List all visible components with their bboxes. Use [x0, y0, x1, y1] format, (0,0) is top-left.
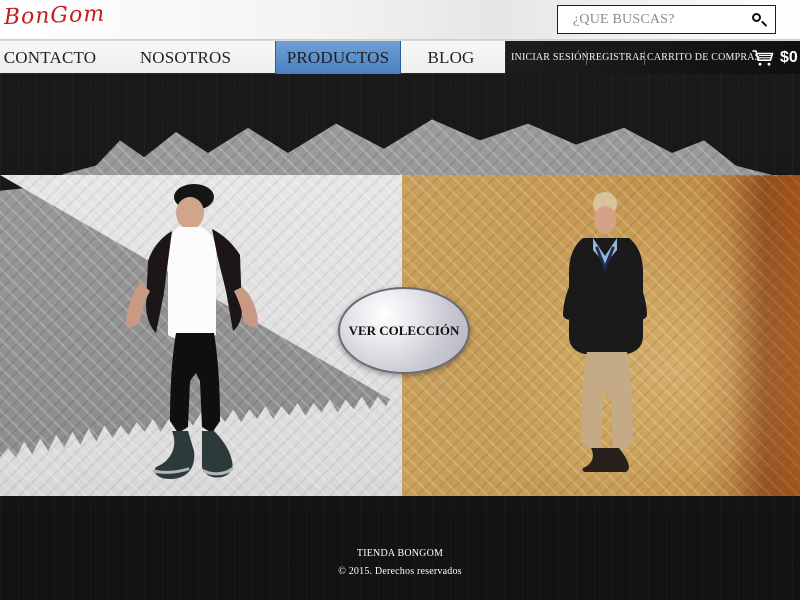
nav-item-nosotros[interactable]: NOSOTROS — [128, 41, 243, 74]
search-box — [557, 5, 776, 34]
page: BonGom CONTACTO NOSOTROS PRODUCTOS BLOG … — [0, 0, 800, 600]
search-icon — [752, 12, 766, 27]
footer: TIENDA BONGOM © 2015. Derechos reservado… — [0, 540, 800, 600]
nav-separator — [644, 51, 645, 65]
view-collection-button[interactable]: VER COLECCIÓN — [338, 287, 470, 374]
nav-item-contacto[interactable]: CONTACTO — [0, 41, 100, 74]
nav-item-blog[interactable]: BLOG — [415, 41, 487, 74]
nav-separator — [586, 51, 587, 65]
register-link[interactable]: REGISTRAR — [589, 41, 646, 74]
footer-store-name: TIENDA BONGOM — [356, 548, 444, 559]
search-input[interactable] — [559, 7, 742, 32]
site-logo[interactable]: BonGom — [3, 0, 124, 40]
shopping-cart-icon[interactable] — [752, 49, 774, 67]
login-link[interactable]: INICIAR SESIÓN — [511, 41, 589, 74]
hero-section: VER COLECCIÓN — [0, 74, 800, 546]
cart-total: $0 — [780, 48, 798, 66]
top-bar: BonGom — [0, 0, 800, 40]
cart-link[interactable]: CARRITO DE COMPRAS — [647, 41, 760, 74]
nav-item-productos[interactable]: PRODUCTOS — [275, 41, 401, 74]
footer-copyright: © 2015. Derechos reservados — [338, 566, 462, 577]
account-cart-bar: INICIAR SESIÓN REGISTRAR CARRITO DE COMP… — [505, 41, 800, 74]
main-navigation: CONTACTO NOSOTROS PRODUCTOS BLOG INICIAR… — [0, 40, 800, 74]
search-button[interactable] — [743, 6, 775, 33]
